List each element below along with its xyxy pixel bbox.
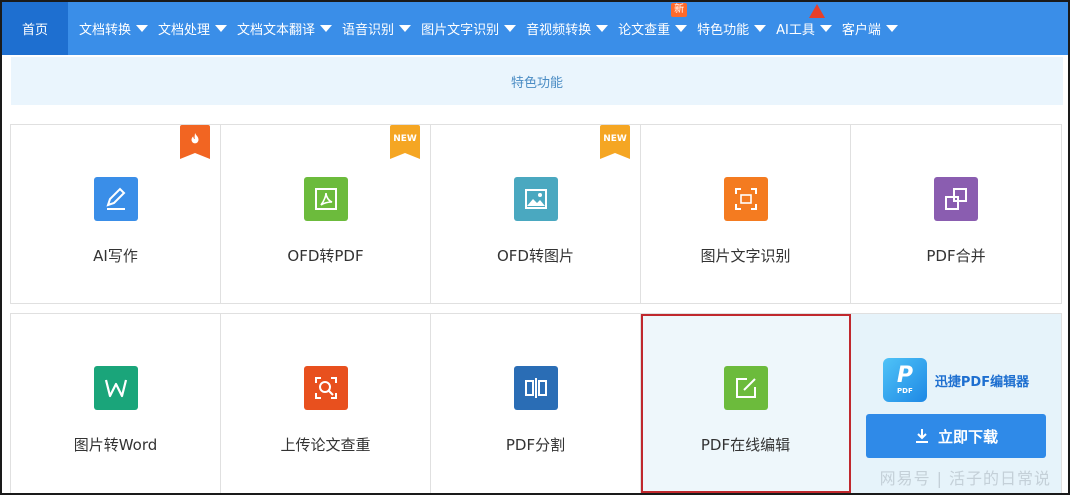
section-banner: 特色功能 bbox=[11, 57, 1063, 105]
nav-label: 文档文本翻译 bbox=[237, 23, 316, 38]
pen-icon bbox=[93, 177, 138, 221]
word-icon bbox=[93, 366, 138, 410]
nav-label: 文档转换 bbox=[79, 23, 132, 38]
nav-doc-process[interactable]: 文档处理 bbox=[153, 2, 232, 55]
feature-label: OFD转PDF bbox=[287, 247, 364, 265]
chevron-down-icon bbox=[819, 25, 832, 32]
edit-icon bbox=[723, 366, 768, 410]
promo-title: 迅捷PDF编辑器 bbox=[934, 374, 1030, 390]
promo-header: P PDF 迅捷PDF编辑器 bbox=[882, 358, 1030, 402]
feature-ofd-to-image[interactable]: NEW OFD转图片 bbox=[431, 125, 641, 303]
new-tag-icon: NEW bbox=[600, 125, 630, 159]
pdf-editor-logo: P PDF bbox=[882, 358, 927, 402]
section-title: 特色功能 bbox=[510, 75, 563, 91]
check-icon bbox=[303, 366, 348, 410]
nav-label: 图片文字识别 bbox=[421, 23, 500, 38]
watermark: 网易号 | 活子的日常说 bbox=[879, 469, 1051, 488]
nav-av-convert[interactable]: 音视频转换 bbox=[521, 2, 613, 55]
merge-icon bbox=[934, 177, 978, 221]
nav-label: 客户端 bbox=[841, 23, 881, 38]
new-badge: 新 bbox=[671, 3, 688, 17]
feature-label: AI写作 bbox=[93, 247, 138, 265]
chevron-down-icon bbox=[675, 25, 688, 32]
nav-client[interactable]: 客户端 bbox=[837, 2, 903, 55]
nav-label: 论文查重 bbox=[618, 23, 671, 38]
hot-marker-icon bbox=[809, 4, 826, 18]
download-icon bbox=[915, 429, 928, 443]
feature-pdf-online-edit[interactable]: PDF在线编辑 bbox=[641, 314, 851, 493]
split-icon bbox=[513, 366, 558, 410]
nav-ocr[interactable]: 图片文字识别 bbox=[416, 2, 521, 55]
nav-label: 语音识别 bbox=[342, 23, 395, 38]
chevron-down-icon bbox=[320, 25, 333, 32]
feature-image-ocr[interactable]: 图片文字识别 bbox=[641, 125, 851, 303]
nav-translate[interactable]: 文档文本翻译 bbox=[232, 2, 337, 55]
feature-label: PDF合并 bbox=[926, 247, 986, 265]
nav-label: 首页 bbox=[21, 23, 48, 38]
nav-speech[interactable]: 语音识别 bbox=[337, 2, 416, 55]
download-label: 立即下载 bbox=[937, 427, 998, 446]
feature-ofd-to-pdf[interactable]: NEW OFD转PDF bbox=[221, 125, 431, 303]
feature-pdf-split[interactable]: PDF分割 bbox=[431, 314, 641, 493]
scan-icon bbox=[723, 177, 768, 221]
new-tag-icon: NEW bbox=[390, 125, 420, 159]
feature-label: OFD转图片 bbox=[497, 247, 574, 265]
promo-card: P PDF 迅捷PDF编辑器 立即下载 网易号 | 活子的日常说 bbox=[851, 314, 1061, 493]
nav-doc-convert[interactable]: 文档转换 bbox=[74, 2, 153, 55]
chevron-down-icon bbox=[885, 25, 898, 32]
feature-label: 图片转Word bbox=[73, 436, 158, 454]
feature-label: PDF在线编辑 bbox=[700, 436, 791, 454]
feature-label: 图片文字识别 bbox=[700, 247, 791, 265]
nav-ai-tools[interactable]: AI工具 bbox=[771, 2, 837, 55]
image-icon bbox=[513, 177, 558, 221]
nav-features[interactable]: 特色功能 bbox=[692, 2, 771, 55]
chevron-down-icon bbox=[136, 25, 149, 32]
feature-image-to-word[interactable]: 图片转Word bbox=[11, 314, 221, 493]
chevron-down-icon bbox=[215, 25, 228, 32]
app-frame: 首页 文档转换 文档处理 文档文本翻译 语音识别 图片文字识别 音视频转换 论文… bbox=[0, 0, 1070, 495]
nav-label: AI工具 bbox=[776, 23, 815, 38]
nav-label: 文档处理 bbox=[158, 23, 211, 38]
nav-plagiarism[interactable]: 论文查重新 bbox=[613, 2, 692, 55]
chevron-down-icon bbox=[754, 25, 767, 32]
nav-label: 音视频转换 bbox=[526, 23, 592, 38]
feature-row-1: AI写作 NEW OFD转PDF NEW OFD转图片 图片文字识别 PDF合并 bbox=[10, 124, 1062, 304]
feature-row-2: 图片转Word 上传论文查重 PDF分割 PDF在线编辑 P PDF 迅捷PDF… bbox=[10, 313, 1062, 493]
feature-label: 上传论文查重 bbox=[280, 436, 371, 454]
feature-pdf-merge[interactable]: PDF合并 bbox=[851, 125, 1061, 303]
feature-label: PDF分割 bbox=[505, 436, 566, 454]
nav-label: 特色功能 bbox=[697, 23, 750, 38]
feature-ai-writing[interactable]: AI写作 bbox=[11, 125, 221, 303]
download-button[interactable]: 立即下载 bbox=[866, 414, 1046, 458]
chevron-down-icon bbox=[504, 25, 517, 32]
feature-upload-plagiarism[interactable]: 上传论文查重 bbox=[221, 314, 431, 493]
fire-tag-icon bbox=[180, 125, 210, 159]
nav-home[interactable]: 首页 bbox=[2, 2, 68, 55]
chevron-down-icon bbox=[399, 25, 412, 32]
pdf-icon bbox=[303, 177, 348, 221]
chevron-down-icon bbox=[596, 25, 609, 32]
top-nav: 首页 文档转换 文档处理 文档文本翻译 语音识别 图片文字识别 音视频转换 论文… bbox=[2, 2, 1068, 55]
